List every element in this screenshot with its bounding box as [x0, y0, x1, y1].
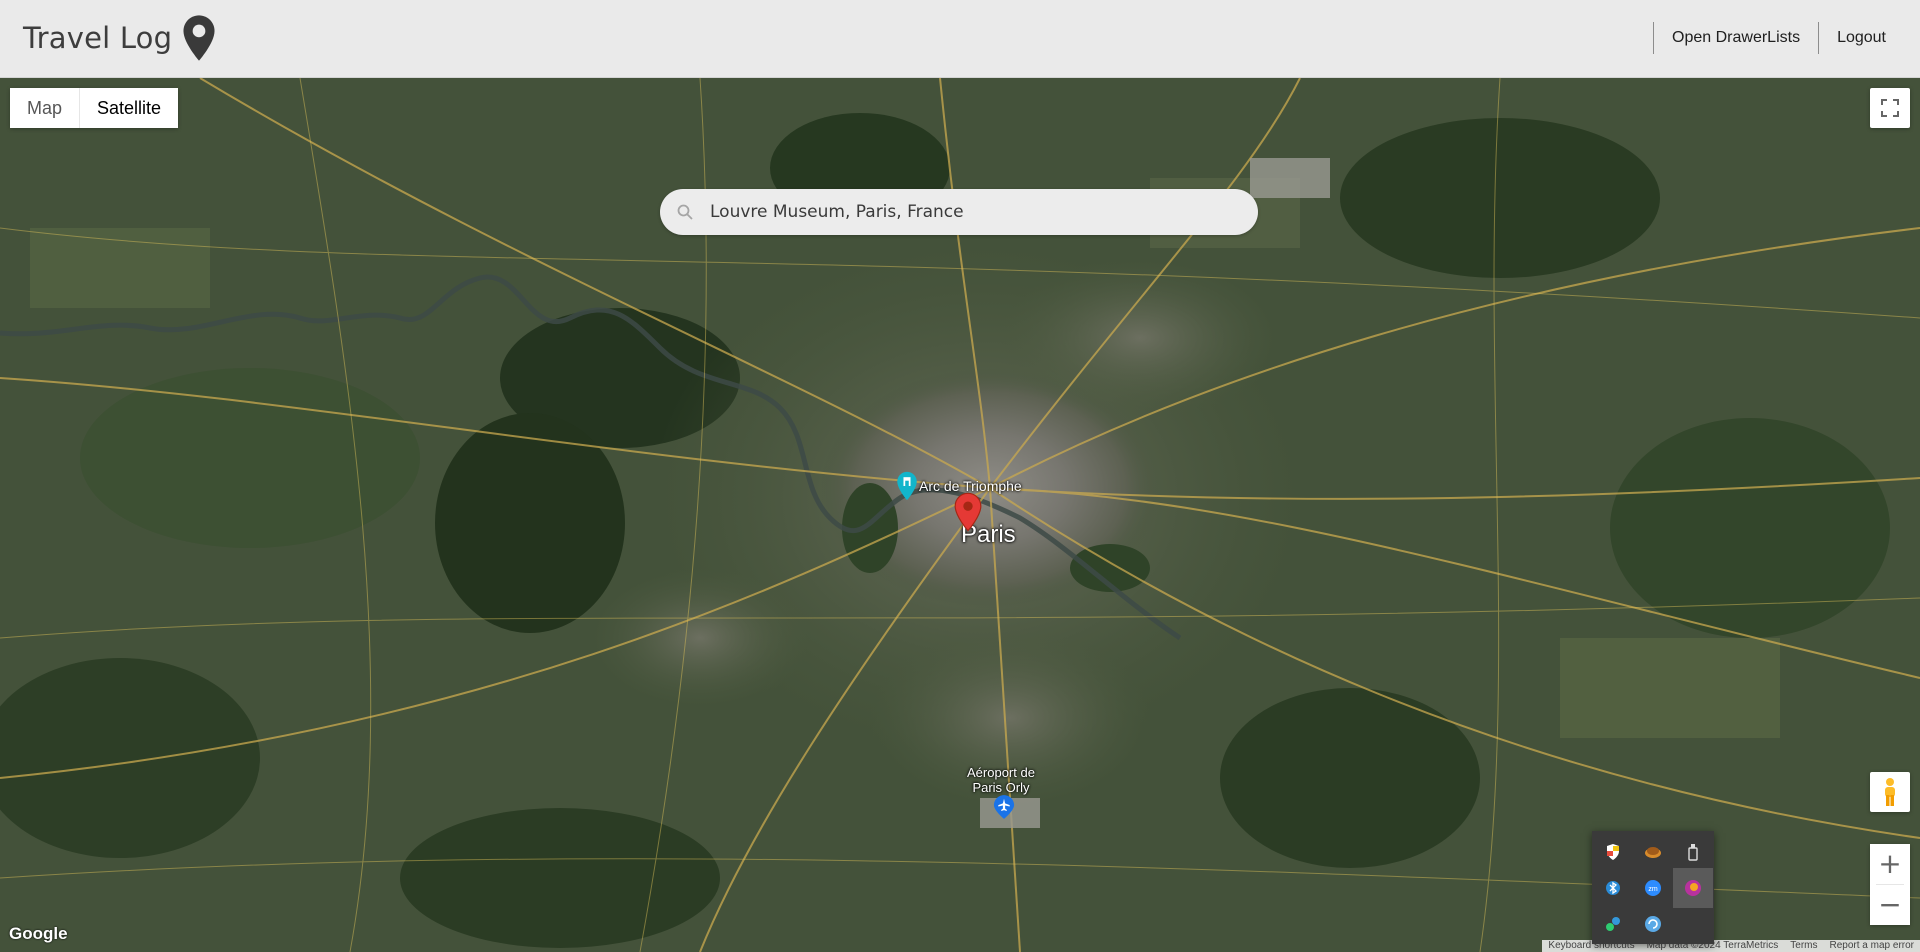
- logout-link[interactable]: Logout: [1819, 29, 1904, 47]
- fullscreen-icon: [1881, 99, 1899, 117]
- map-type-satellite-button[interactable]: Satellite: [80, 88, 179, 128]
- fullscreen-button[interactable]: [1870, 88, 1910, 128]
- report-map-error-link[interactable]: Report a map error: [1824, 940, 1920, 952]
- top-nav: Open DrawerLists Logout: [1653, 20, 1904, 56]
- map-canvas[interactable]: Map Satellite Arc de Triomphe Paris Aéro…: [0, 78, 1920, 952]
- place-search-box: [660, 189, 1258, 235]
- app-icon[interactable]: [1673, 868, 1713, 908]
- usb-icon[interactable]: [1673, 832, 1713, 872]
- network-icon[interactable]: [1593, 904, 1633, 944]
- brand[interactable]: Travel Log: [23, 14, 216, 62]
- app-header: Travel Log Open DrawerLists Logout: [0, 0, 1920, 78]
- app-title: Travel Log: [23, 21, 173, 55]
- map-type-map-button[interactable]: Map: [10, 88, 81, 128]
- svg-text:zm: zm: [1648, 886, 1658, 893]
- zoom-icon[interactable]: zm: [1633, 868, 1673, 908]
- update-icon[interactable]: [1633, 904, 1673, 944]
- selected-location-marker[interactable]: [954, 492, 982, 532]
- airport-label: Aéroport de Paris Orly: [967, 765, 1035, 795]
- street-view-button[interactable]: [1870, 772, 1910, 812]
- open-drawer-lists-link[interactable]: Open DrawerLists: [1654, 29, 1818, 47]
- bluetooth-icon[interactable]: [1593, 868, 1633, 908]
- map-pin-icon: [183, 15, 215, 61]
- pegman-icon: [1885, 778, 1895, 806]
- terms-link[interactable]: Terms: [1784, 940, 1823, 952]
- system-tray-overflow: zm: [1592, 831, 1714, 944]
- security-icon[interactable]: [1593, 832, 1633, 872]
- airport-label-line1: Aéroport de: [967, 765, 1035, 780]
- zoom-in-button[interactable]: +: [1870, 844, 1910, 884]
- cloud-icon[interactable]: [1633, 832, 1673, 872]
- search-input[interactable]: [708, 201, 1258, 223]
- search-icon: [672, 199, 698, 225]
- landmark-marker[interactable]: [896, 471, 918, 501]
- airport-marker[interactable]: [993, 794, 1015, 820]
- google-logo[interactable]: Google: [9, 924, 68, 944]
- zoom-out-button[interactable]: −: [1870, 885, 1910, 925]
- airport-label-line2: Paris Orly: [972, 780, 1030, 795]
- zoom-control: + −: [1870, 844, 1910, 925]
- map-type-control: Map Satellite: [10, 88, 179, 128]
